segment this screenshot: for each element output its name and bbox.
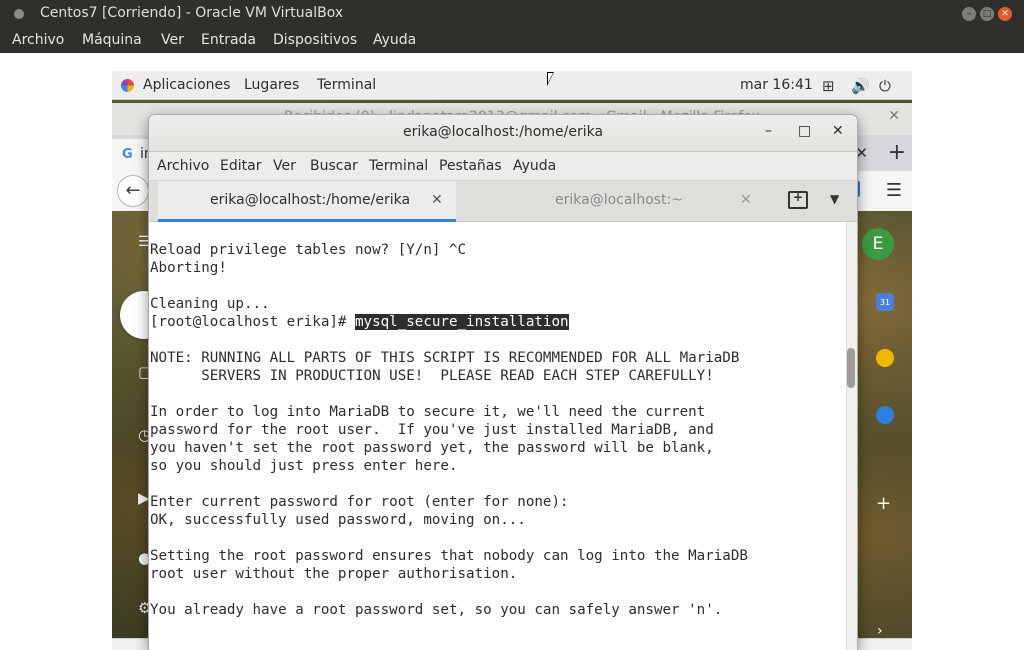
output-line: Setting the root password ensures that n… [150,548,748,564]
calendar-icon[interactable]: 31 [876,293,894,311]
menu-pestanas[interactable]: Pestañas [439,158,502,174]
scrollbar-thumb[interactable] [847,348,855,388]
vbox-menubar: Archivo Máquina Ver Entrada Dispositivos… [0,29,1024,53]
network-icon[interactable]: ⊞ [822,77,835,95]
close-icon[interactable]: ✕ [998,7,1012,21]
output-line: You already have a root password set, so… [150,602,723,618]
close-icon[interactable]: ✕ [832,123,844,139]
add-addon-icon[interactable]: + [876,493,891,514]
applications-menu[interactable]: Aplicaciones [143,77,230,93]
sent-icon[interactable]: ▶ [138,489,150,507]
output-line: Enter current password for root (enter f… [150,494,569,510]
menu-terminal[interactable]: Terminal [369,158,428,174]
firefox-new-tab-icon[interactable]: + [888,140,906,165]
output-line: Cleaning up... [150,296,270,312]
maximize-icon[interactable]: □ [980,7,994,21]
output-line: Reload privilege tables now? [Y/n] ^C [150,242,467,258]
output-line: OK, successfully used password, moving o… [150,512,526,528]
terminal-window-title: erika@localhost:/home/erika [402,124,604,140]
gnome-top-bar: Aplicaciones Lugares Terminal mar 16:41 … [112,71,912,100]
menu-archivo[interactable]: Archivo [157,158,209,174]
menu-ayuda[interactable]: Ayuda [513,158,556,174]
terminal-app-menu[interactable]: Terminal [317,77,376,93]
menu-dispositivos[interactable]: Dispositivos [273,32,357,48]
terminal-window[interactable]: erika@localhost:/home/erika – □ ✕ Archiv… [149,115,857,650]
applications-icon [121,79,134,92]
shell-prompt: [root@localhost erika]# [150,314,355,330]
menu-ver[interactable]: Ver [273,158,296,174]
chevron-down-icon[interactable]: ▼ [830,192,839,206]
minimize-icon[interactable]: – [765,123,772,139]
firefox-tab-close-icon[interactable]: ✕ [855,144,868,162]
firefox-close-icon[interactable]: ✕ [888,108,900,124]
output-line: SERVERS IN PRODUCTION USE! PLEASE READ E… [150,368,714,384]
output-line: root user without the proper authorisati… [150,566,518,582]
menu-editar[interactable]: Editar [220,158,261,174]
app-menu-icon[interactable] [14,9,24,19]
tab-close-icon[interactable]: ✕ [740,192,752,208]
tasks-icon[interactable] [876,406,894,424]
places-menu[interactable]: Lugares [244,77,299,93]
menu-buscar[interactable]: Buscar [310,158,358,174]
window-title: Centos7 [Corriendo] - Oracle VM VirtualB… [40,5,344,21]
menu-archivo[interactable]: Archivo [12,32,64,48]
terminal-scrollbar[interactable] [846,222,857,650]
output-line: you haven't set the root password yet, t… [150,440,714,456]
mouse-pointer-fill [548,73,553,83]
terminal-titlebar[interactable]: erika@localhost:/home/erika – □ ✕ [149,115,857,152]
new-tab-icon: + [793,190,804,204]
minimize-icon[interactable]: – [962,7,976,21]
output-line: NOTE: RUNNING ALL PARTS OF THIS SCRIPT I… [150,350,740,366]
output-line: Aborting! [150,260,227,276]
menu-ayuda[interactable]: Ayuda [373,32,416,48]
chevron-right-icon[interactable]: › [877,623,883,639]
output-line: In order to log into MariaDB to secure i… [150,404,706,420]
volume-icon[interactable]: 🔊 [851,77,870,95]
menu-ver[interactable]: Ver [161,32,184,48]
back-arrow-icon[interactable]: ← [117,175,149,207]
tab-close-icon[interactable]: ✕ [431,192,443,208]
google-icon: G [122,147,133,162]
hamburger-menu-icon[interactable]: ☰ [886,180,902,201]
tab-home-tilde[interactable]: erika@localhost:~ [555,192,683,208]
vbox-titlebar: Centos7 [Corriendo] - Oracle VM VirtualB… [0,0,1024,29]
terminal-text: Reload privilege tables now? [Y/n] ^C Abo… [150,241,748,619]
avatar[interactable]: E [862,228,894,260]
maximize-icon[interactable]: □ [798,123,811,139]
selected-command[interactable]: mysql_secure_installation [355,314,569,330]
command-line: [root@localhost erika]# mysql_secure_ins… [150,313,748,331]
output-line: so you should just press enter here. [150,458,458,474]
menu-maquina[interactable]: Máquina [82,32,142,48]
power-icon[interactable]: ⏻ [879,77,891,95]
keep-icon[interactable] [876,349,894,367]
clock[interactable]: mar 16:41 [740,77,813,93]
guest-screen[interactable]: Recibidos (0) - lindanatara2013@gmail.co… [112,71,912,650]
terminal-output[interactable]: Reload privilege tables now? [Y/n] ^C Abo… [149,222,845,650]
menu-entrada[interactable]: Entrada [201,32,256,48]
tab-label: erika@localhost:/home/erika [210,192,411,208]
terminal-menubar: Archivo Editar Ver Buscar Terminal Pesta… [149,152,857,181]
output-line: password for the root user. If you've ju… [150,422,714,438]
